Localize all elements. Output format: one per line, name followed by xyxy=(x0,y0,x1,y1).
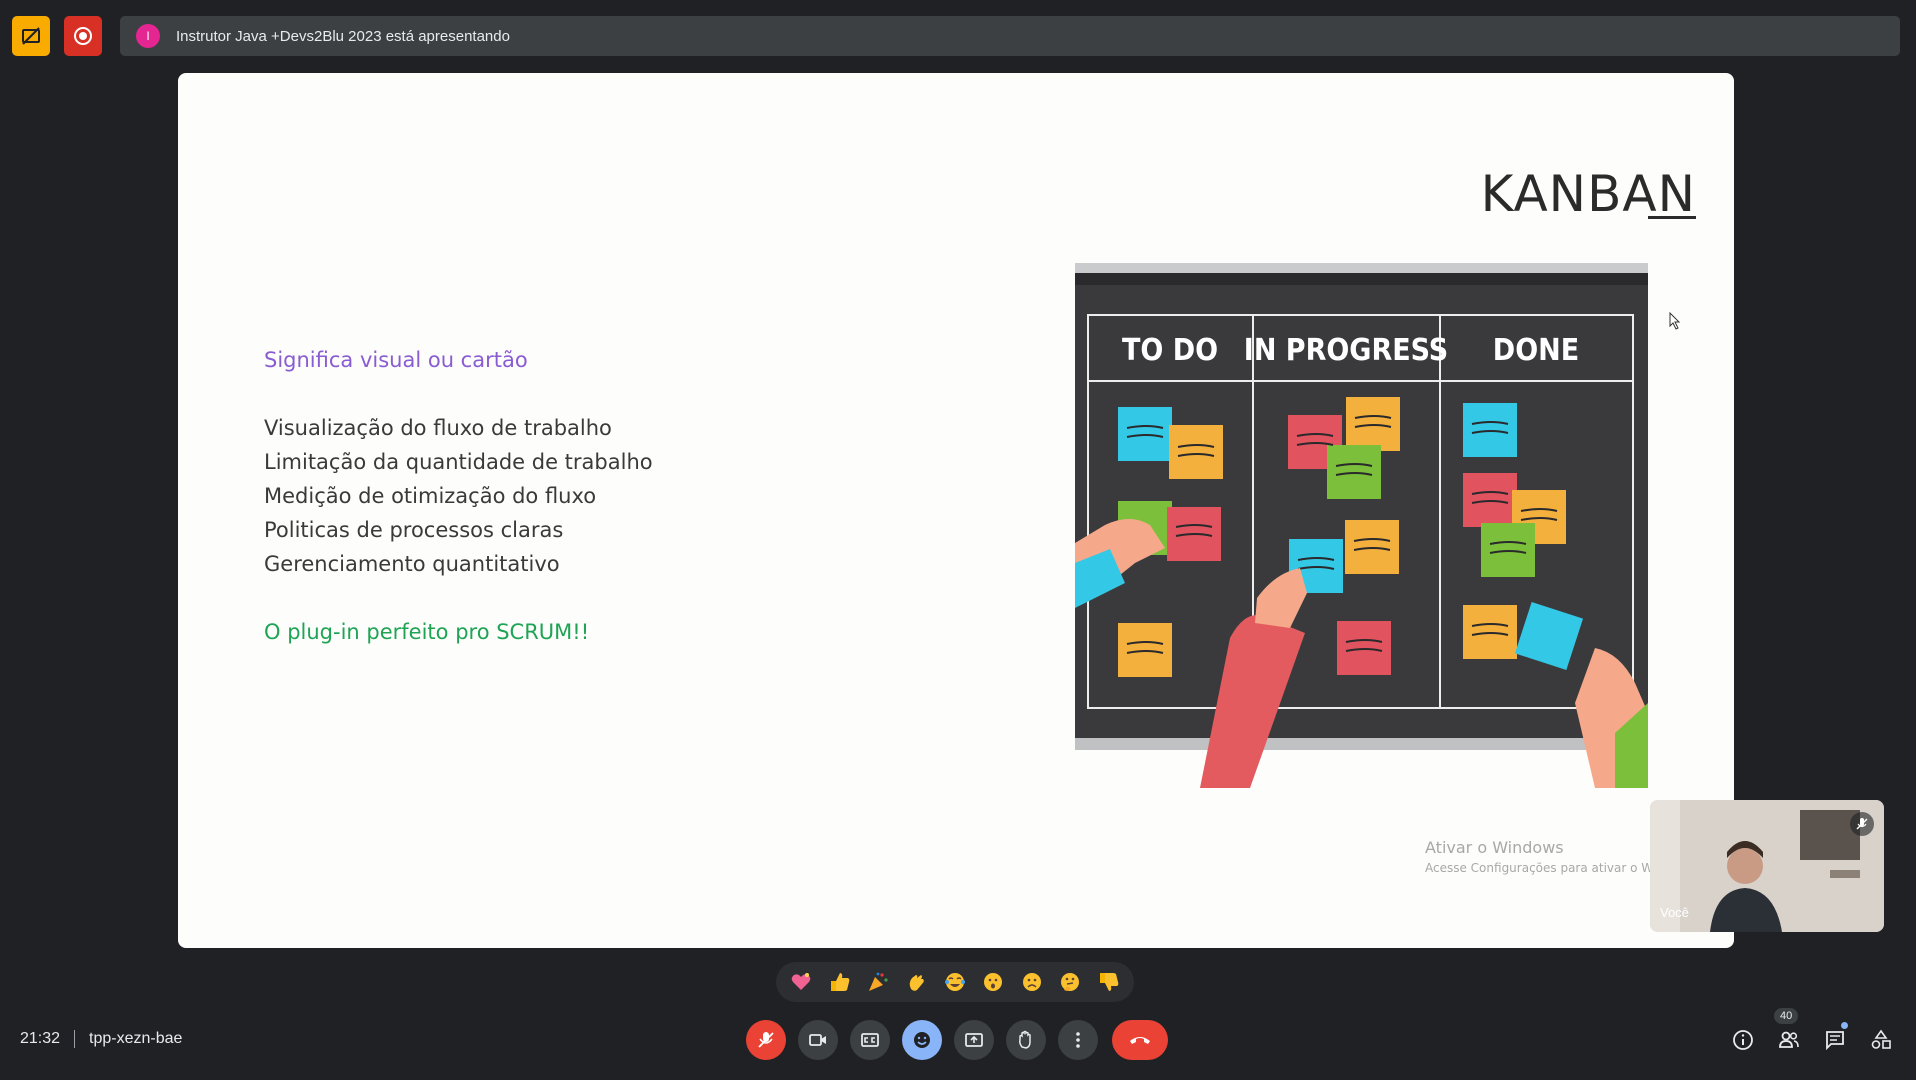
shared-slide: KANBAN Significa visual ou cartão Visual… xyxy=(178,73,1734,948)
reaction-tears-of-joy[interactable] xyxy=(938,965,972,999)
kanban-board-illustration: TO DO IN PROGRESS DONE xyxy=(1075,263,1648,788)
reaction-thinking-face[interactable] xyxy=(1053,965,1087,999)
more-vert-icon xyxy=(1076,1032,1080,1048)
slide-highlight: O plug-in perfeito pro SCRUM!! xyxy=(264,620,590,644)
reaction-party-popper[interactable] xyxy=(861,965,895,999)
party-popper-icon xyxy=(869,972,888,991)
reactions-bar xyxy=(776,962,1134,1002)
call-controls xyxy=(746,1020,1180,1060)
watermark-title: Ativar o Windows xyxy=(1425,838,1564,857)
presenting-text: Instrutor Java +Devs2Blu 2023 está apres… xyxy=(176,27,510,45)
participants-button[interactable]: 40 xyxy=(1766,1008,1812,1060)
call-end-icon xyxy=(1130,1037,1150,1044)
windows-activation-watermark: Ativar o Windows Acesse Configurações pa… xyxy=(1425,838,1671,875)
emoji-icon xyxy=(914,1032,930,1048)
reaction-sad-face[interactable] xyxy=(1015,965,1049,999)
raise-hand-button[interactable] xyxy=(1006,1020,1046,1060)
videocam-icon xyxy=(809,1034,826,1046)
thinking-face-icon xyxy=(1061,973,1080,991)
mic-off-icon xyxy=(758,1032,774,1048)
participant-count-badge: 40 xyxy=(1774,1008,1799,1024)
more-options-button[interactable] xyxy=(1058,1020,1098,1060)
watermark-subtitle: Acesse Configurações para ativar o Wind xyxy=(1425,861,1672,875)
sad-face-icon xyxy=(1022,973,1041,991)
reactions-button[interactable] xyxy=(902,1020,942,1060)
slide-bullet: Visualização do fluxo de trabalho xyxy=(264,416,612,440)
leave-call-button[interactable] xyxy=(1112,1020,1168,1060)
slide-bullet-list: Visualização do fluxo de trabalho Limita… xyxy=(264,411,653,581)
recording-indicator[interactable] xyxy=(64,16,102,56)
presenting-banner: I Instrutor Java +Devs2Blu 2023 está apr… xyxy=(120,16,1900,56)
slide-subtitle: Significa visual ou cartão xyxy=(264,348,528,372)
captions-button[interactable] xyxy=(850,1020,890,1060)
present-screen-button[interactable] xyxy=(954,1020,994,1060)
reaction-sparkling-heart[interactable] xyxy=(784,965,818,999)
slide-bullet: Medição de otimização do fluxo xyxy=(264,484,597,508)
raise-hand-icon xyxy=(1019,1030,1031,1049)
slide-title-underline xyxy=(1648,216,1696,219)
present-to-all-icon xyxy=(965,1033,983,1047)
thumbs-up-icon xyxy=(830,973,849,991)
kanban-column-todo: TO DO xyxy=(1122,333,1218,368)
closed-captions-icon xyxy=(861,1033,879,1047)
unread-dot xyxy=(1841,1022,1848,1029)
kanban-column-in-progress: IN PROGRESS xyxy=(1244,333,1448,368)
slide-bullet: Limitação da quantidade de trabalho xyxy=(264,450,653,474)
chat-button[interactable] xyxy=(1812,1020,1858,1060)
microphone-toggle-button[interactable] xyxy=(746,1020,786,1060)
camera-off-icon xyxy=(22,27,40,45)
tears-of-joy-icon xyxy=(944,973,965,991)
reaction-thumbs-up[interactable] xyxy=(823,965,857,999)
record-icon xyxy=(74,27,92,45)
meeting-details-button[interactable] xyxy=(1720,1020,1766,1060)
shapes-icon xyxy=(1871,1029,1891,1049)
reaction-clapping-hands[interactable] xyxy=(900,965,934,999)
surprised-face-icon xyxy=(984,973,1003,991)
self-view-name: Você xyxy=(1660,905,1689,920)
meeting-info: 21:32 tpp-xezn-bae xyxy=(20,1030,182,1048)
camera-toggle-button[interactable] xyxy=(798,1020,838,1060)
slide-bullet: Gerenciamento quantitativo xyxy=(264,552,560,576)
reaction-thumbs-down[interactable] xyxy=(1092,965,1126,999)
mic-off-icon xyxy=(1856,818,1868,830)
activities-button[interactable] xyxy=(1858,1020,1904,1060)
meeting-code: tpp-xezn-bae xyxy=(89,1030,183,1047)
divider xyxy=(74,1030,76,1048)
side-panel-controls: 40 xyxy=(1720,1008,1904,1060)
kanban-column-done: DONE xyxy=(1493,333,1579,368)
people-icon xyxy=(1779,1031,1799,1048)
sparkling-heart-icon xyxy=(791,973,811,990)
mouse-cursor-icon xyxy=(1669,312,1681,330)
presenter-avatar: I xyxy=(136,24,160,48)
slide-bullet: Politicas de processos claras xyxy=(264,518,564,542)
self-view-tile[interactable]: Você xyxy=(1650,800,1884,932)
slide-title: KANBAN xyxy=(1480,165,1696,223)
thumbs-down-icon xyxy=(1099,973,1119,991)
self-mic-off-indicator xyxy=(1850,812,1874,836)
slide-text-block: Significa visual ou cartão Visualização … xyxy=(264,343,653,649)
info-icon xyxy=(1733,1030,1753,1050)
clapping-hands-icon xyxy=(909,975,924,991)
chat-icon xyxy=(1826,1031,1844,1051)
clock-time: 21:32 xyxy=(20,1030,61,1047)
reaction-surprised-face[interactable] xyxy=(976,965,1010,999)
camera-off-indicator[interactable] xyxy=(12,16,50,56)
